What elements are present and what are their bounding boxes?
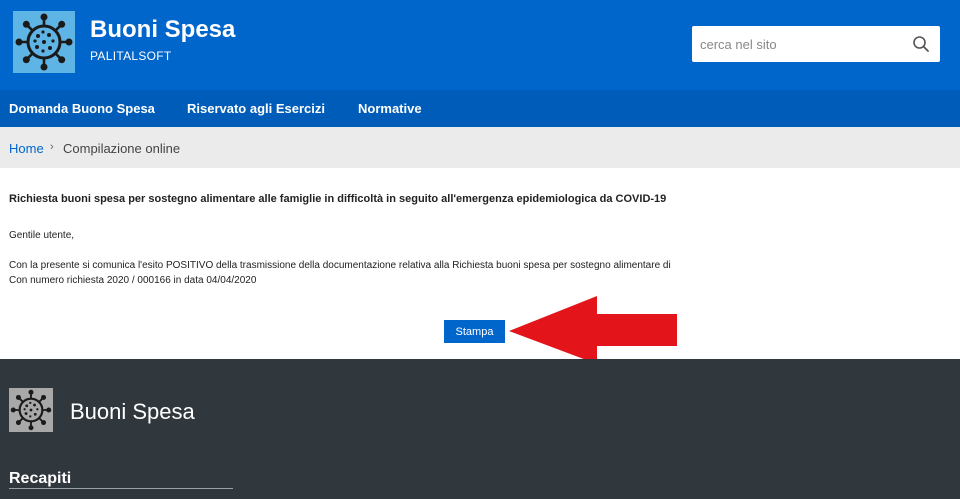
print-button[interactable]: Stampa: [444, 320, 505, 343]
site-title[interactable]: Buoni Spesa: [90, 16, 235, 44]
greeting-text: Gentile utente,: [9, 230, 75, 241]
virus-icon[interactable]: [9, 388, 53, 432]
breadcrumb: Home › Compilazione online: [0, 127, 960, 168]
site-header: Buoni Spesa PALITALSOFT: [0, 0, 960, 90]
search-icon[interactable]: [912, 35, 930, 53]
search-input[interactable]: [692, 26, 902, 62]
nav-item-domanda-buono-spesa[interactable]: Domanda Buono Spesa: [9, 101, 155, 116]
footer-divider: [9, 488, 233, 489]
red-arrow-icon: [509, 296, 677, 364]
footer-title[interactable]: Buoni Spesa: [70, 399, 195, 425]
request-title: Richiesta buoni spesa per sostegno alime…: [9, 193, 667, 205]
nav-item-riservato-esercizi[interactable]: Riservato agli Esercizi: [187, 101, 325, 116]
site-subtitle: PALITALSOFT: [90, 49, 172, 63]
breadcrumb-separator: ›: [50, 141, 54, 153]
main-content: Richiesta buoni spesa per sostegno alime…: [0, 168, 960, 364]
virus-icon[interactable]: [13, 11, 75, 73]
main-nav: Domanda Buono Spesa Riservato agli Eserc…: [0, 90, 960, 127]
site-footer: Buoni Spesa Recapiti: [0, 359, 960, 499]
breadcrumb-home-link[interactable]: Home: [9, 141, 44, 156]
nav-item-normative[interactable]: Normative: [358, 101, 422, 116]
breadcrumb-current: Compilazione online: [63, 141, 181, 156]
message-line-1: Con la presente si comunica l'esito POSI…: [9, 260, 671, 271]
footer-heading-recapiti: Recapiti: [9, 470, 72, 487]
message-line-2: Con numero richiesta 2020 / 000166 in da…: [9, 275, 257, 286]
search-box: [692, 26, 940, 62]
